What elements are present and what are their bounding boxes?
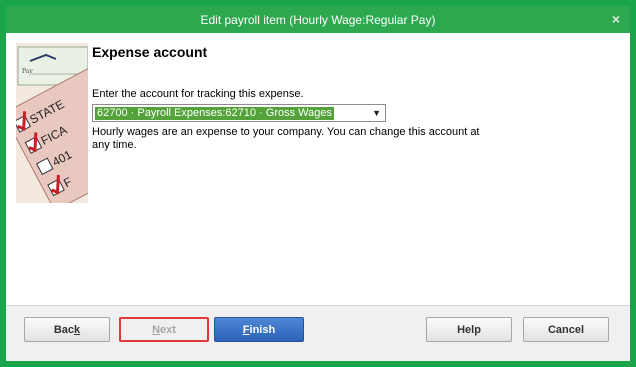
account-help-text: Hourly wages are an expense to your comp… [92, 126, 480, 151]
close-icon[interactable]: × [612, 11, 620, 27]
button-bar: Bac k Next Finish Help Cancel [6, 306, 630, 361]
back-accelerator: k [74, 323, 81, 336]
window-title: Edit payroll item (Hourly Wage:Regular P… [200, 12, 436, 27]
instruction-text: Enter the account for tracking this expe… [92, 88, 304, 100]
help-button[interactable]: Help [426, 317, 512, 342]
cancel-label: Cancel [547, 323, 585, 336]
back-button[interactable]: Bac k [24, 317, 110, 342]
finish-accelerator: F [242, 323, 250, 336]
finish-label-suffix: inish [249, 323, 276, 336]
next-accelerator: N [152, 323, 161, 336]
selected-account: 62700 · Payroll Expenses:62710 · Gross W… [95, 107, 334, 120]
help-label: Help [457, 323, 481, 336]
finish-button[interactable]: Finish [214, 317, 304, 342]
back-label-prefix: Bac [53, 323, 75, 336]
next-label-suffix: ext [160, 323, 176, 336]
dialog-window: Edit payroll item (Hourly Wage:Regular P… [6, 6, 630, 361]
chevron-down-icon[interactable]: ▼ [372, 108, 381, 118]
cancel-button[interactable]: Cancel [523, 317, 609, 342]
payroll-illustration: Pay STATE FICA 401 F [16, 43, 88, 203]
next-button[interactable]: Next [119, 317, 209, 342]
check-pay-text: Pay [22, 68, 33, 75]
expense-account-select[interactable]: 62700 · Payroll Expenses:62710 · Gross W… [92, 104, 386, 122]
page-title: Expense account [92, 44, 208, 60]
payroll-checklist-image: Pay STATE FICA 401 F [16, 43, 88, 203]
title-bar: Edit payroll item (Hourly Wage:Regular P… [6, 6, 630, 33]
